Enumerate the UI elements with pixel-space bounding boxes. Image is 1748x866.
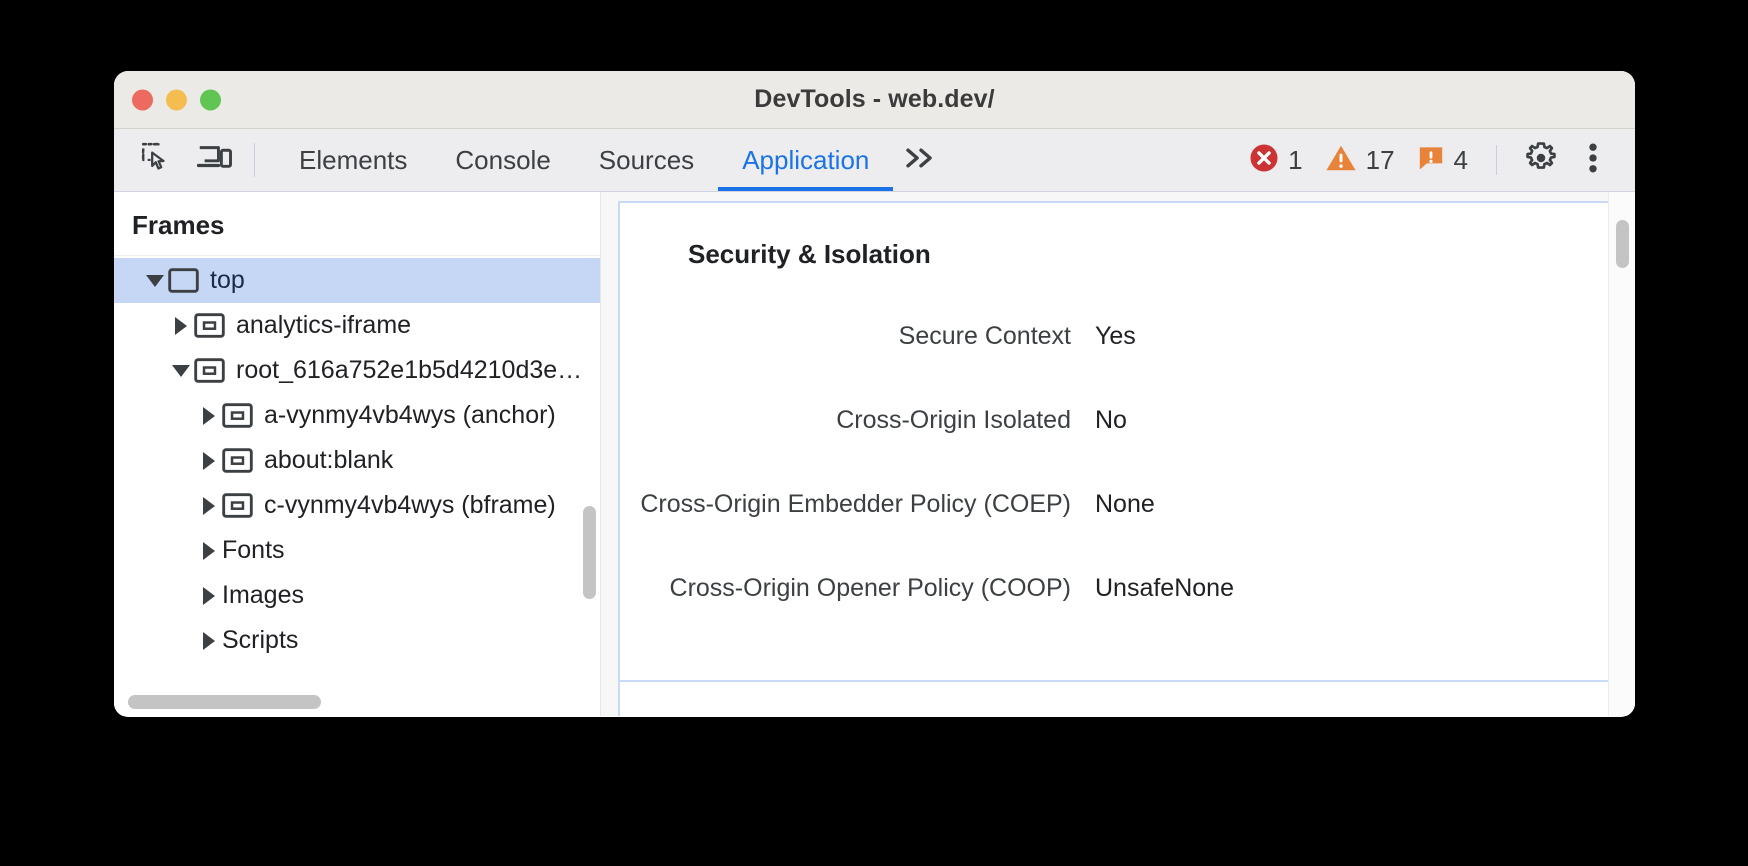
tree-item-bframe[interactable]: c-vynmy4vb4wys (bframe) [114, 483, 600, 528]
iframe-icon [194, 358, 225, 383]
tab-application[interactable]: Application [718, 129, 893, 191]
device-toolbar-button[interactable] [186, 129, 244, 191]
row-cross-origin-isolated-value: No [1095, 406, 1127, 435]
warning-icon [1325, 143, 1357, 178]
row-coep-key: Cross-Origin Embedder Policy (COEP) [620, 490, 1095, 519]
frame-top-icon [168, 268, 199, 293]
tree-item-root-frame-label: root_616a752e1b5d4210d3e… [236, 356, 582, 385]
sidebar-heading: Frames [114, 192, 600, 256]
inspect-element-icon [140, 141, 174, 180]
tree-item-images-label: Images [222, 581, 304, 610]
warning-count: 17 [1366, 147, 1395, 173]
sidebar-vertical-scrollbar[interactable] [583, 506, 596, 599]
gear-icon [1524, 141, 1558, 180]
row-coop-key: Cross-Origin Opener Policy (COOP) [620, 574, 1095, 603]
row-coep-value: None [1095, 490, 1155, 519]
error-count: 1 [1288, 147, 1302, 173]
issue-icon [1417, 144, 1445, 177]
section-title: Security & Isolation [620, 239, 1612, 270]
security-isolation-body: Security & Isolation Secure Context Yes … [620, 203, 1612, 603]
tree-item-anchor-frame-label: a-vynmy4vb4wys (anchor) [264, 401, 556, 430]
tree-item-about-blank[interactable]: about:blank [114, 438, 600, 483]
frames-sidebar: Frames top [114, 192, 601, 716]
disclosure-triangle-analytics-iframe[interactable] [168, 317, 194, 335]
toolbar-divider [254, 143, 255, 177]
tree-item-scripts-label: Scripts [222, 626, 298, 655]
settings-button[interactable] [1515, 134, 1567, 186]
row-cross-origin-isolated: Cross-Origin Isolated No [620, 406, 1612, 435]
device-toolbar-icon [197, 141, 233, 180]
disclosure-triangle-about-blank[interactable] [196, 452, 222, 470]
more-tabs-button[interactable] [893, 129, 953, 191]
row-cross-origin-isolated-key: Cross-Origin Isolated [620, 406, 1095, 435]
row-secure-context-value: Yes [1095, 322, 1136, 351]
devtools-window: DevTools - web.dev/ [114, 71, 1635, 717]
screen: DevTools - web.dev/ [0, 0, 1748, 866]
devtools-panes: Frames top [114, 192, 1635, 716]
iframe-icon [222, 448, 253, 473]
frames-tree[interactable]: top analytics-iframe [114, 256, 600, 716]
tab-console-label: Console [455, 145, 550, 176]
row-secure-context-key: Secure Context [620, 322, 1095, 351]
disclosure-triangle-images[interactable] [196, 587, 222, 605]
disclosure-triangle-root-frame[interactable] [168, 365, 194, 377]
tree-item-top-label: top [210, 266, 245, 295]
tree-item-bframe-label: c-vynmy4vb4wys (bframe) [264, 491, 556, 520]
row-coep: Cross-Origin Embedder Policy (COEP) None [620, 490, 1612, 519]
tree-item-fonts-label: Fonts [222, 536, 285, 565]
row-secure-context: Secure Context Yes [620, 322, 1612, 351]
sidebar-horizontal-scrollbar[interactable] [121, 695, 592, 709]
tree-item-about-blank-label: about:blank [264, 446, 393, 475]
disclosure-triangle-fonts[interactable] [196, 542, 222, 560]
disclosure-triangle-top[interactable] [142, 275, 168, 287]
tree-item-scripts[interactable]: Scripts [114, 618, 600, 663]
toolbar-right-group: 1 17 [1249, 129, 1635, 191]
error-counter[interactable]: 1 [1249, 143, 1302, 178]
disclosure-triangle-bframe[interactable] [196, 497, 222, 515]
window-titlebar: DevTools - web.dev/ [114, 71, 1635, 129]
warning-counter[interactable]: 17 [1325, 143, 1395, 178]
disclosure-triangle-anchor-frame[interactable] [196, 407, 222, 425]
issue-count: 4 [1454, 147, 1468, 173]
panel-tabs: Elements Console Sources Application [275, 129, 953, 191]
tree-item-fonts[interactable]: Fonts [114, 528, 600, 573]
window-controls [132, 89, 221, 110]
tab-elements-label: Elements [299, 145, 407, 176]
card-bottom-divider [620, 680, 1612, 682]
more-options-button[interactable] [1567, 134, 1619, 186]
maximize-window-button[interactable] [200, 89, 221, 110]
close-window-button[interactable] [132, 89, 153, 110]
tree-item-analytics-iframe[interactable]: analytics-iframe [114, 303, 600, 348]
disclosure-triangle-scripts[interactable] [196, 632, 222, 650]
tab-sources-label: Sources [599, 145, 694, 176]
tree-item-analytics-iframe-label: analytics-iframe [236, 311, 411, 340]
inspect-element-button[interactable] [128, 129, 186, 191]
tree-item-anchor-frame[interactable]: a-vynmy4vb4wys (anchor) [114, 393, 600, 438]
tree-item-root-frame[interactable]: root_616a752e1b5d4210d3e… [114, 348, 600, 393]
iframe-icon [222, 493, 253, 518]
frame-details-panel: Security & Isolation Secure Context Yes … [601, 192, 1635, 716]
window-title: DevTools - web.dev/ [114, 85, 1635, 114]
row-coop-value: UnsafeNone [1095, 574, 1234, 603]
three-dot-menu-icon [1587, 141, 1599, 180]
sidebar-horizontal-scrollbar-thumb[interactable] [128, 695, 321, 709]
security-isolation-card: Security & Isolation Secure Context Yes … [618, 201, 1612, 716]
tab-sources[interactable]: Sources [575, 129, 718, 191]
chevron-double-right-icon [903, 145, 939, 176]
error-icon [1249, 143, 1279, 178]
issues-counter[interactable]: 4 [1417, 144, 1468, 177]
toolbar-right-divider [1496, 145, 1497, 175]
main-scrollbar-gutter [1608, 192, 1635, 716]
iframe-icon [222, 403, 253, 428]
tab-application-label: Application [742, 145, 869, 176]
row-coop: Cross-Origin Opener Policy (COOP) Unsafe… [620, 574, 1612, 603]
iframe-icon [194, 313, 225, 338]
tree-item-images[interactable]: Images [114, 573, 600, 618]
tree-item-top[interactable]: top [114, 258, 600, 303]
tab-elements[interactable]: Elements [275, 129, 431, 191]
tab-console[interactable]: Console [431, 129, 574, 191]
minimize-window-button[interactable] [166, 89, 187, 110]
devtools-toolbar: Elements Console Sources Application [114, 129, 1635, 192]
main-vertical-scrollbar-thumb[interactable] [1616, 220, 1629, 268]
